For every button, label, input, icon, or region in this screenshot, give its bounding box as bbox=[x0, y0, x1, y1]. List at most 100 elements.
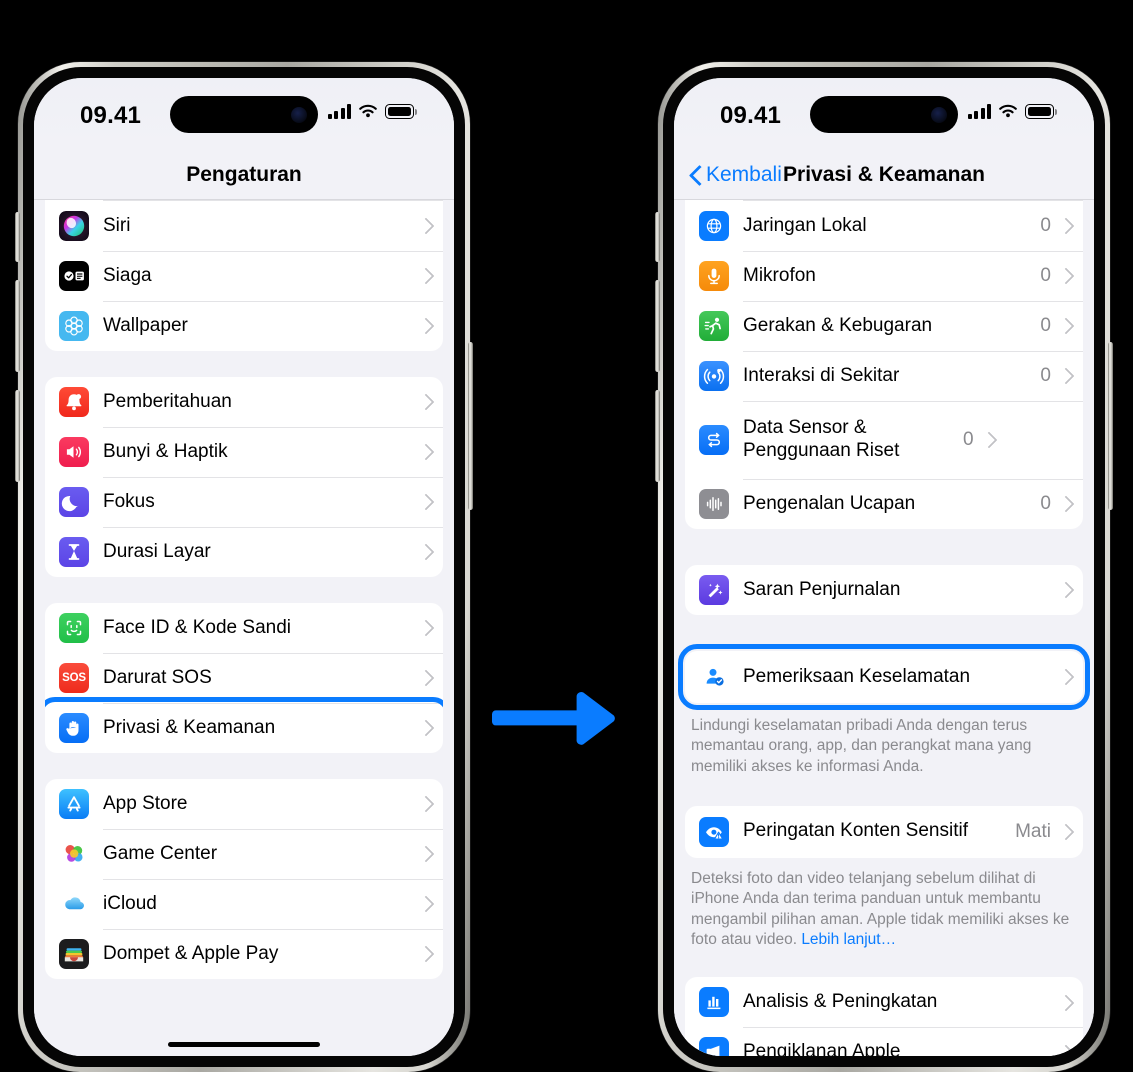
settings-row-privasi-keamanan[interactable]: Privasi & Keamanan bbox=[45, 696, 443, 753]
focus-icon bbox=[59, 486, 89, 517]
privacy-group-sensitive-content: Peringatan Konten Sensitif Mati bbox=[685, 805, 1083, 858]
status-bar-indicators bbox=[327, 104, 414, 119]
privacy-list[interactable]: Jaringan Lokal 0 Mikrofon 0 Gerakan & Ke… bbox=[674, 200, 1094, 1056]
chevron-right-icon bbox=[1060, 1044, 1069, 1056]
icloud-icon bbox=[59, 888, 89, 919]
privacy-row-saran-penjurnalan[interactable]: Saran Penjurnalan bbox=[685, 565, 1083, 615]
settings-row-durasi-layar[interactable]: Durasi Layar bbox=[45, 526, 443, 577]
face-id-icon bbox=[59, 612, 89, 643]
privacy-row-interaksi-di-sekitar[interactable]: Interaksi di Sekitar 0 bbox=[685, 350, 1083, 401]
volume-down-button[interactable] bbox=[655, 390, 660, 482]
front-camera-icon bbox=[931, 106, 947, 123]
row-label: Peringatan Konten Sensitif bbox=[743, 820, 968, 842]
row-label: Fokus bbox=[103, 490, 155, 512]
iphone-settings-screen: 09.41 Pengaturan Siri Siaga Wallpaper Pe… bbox=[15, 62, 473, 1072]
privacy-row-jaringan-lokal[interactable]: Jaringan Lokal 0 bbox=[685, 201, 1083, 251]
wifi-icon bbox=[999, 104, 1017, 118]
row-label: Pemberitahuan bbox=[103, 390, 232, 412]
row-value: 0 bbox=[1040, 364, 1051, 386]
screen-time-icon bbox=[59, 536, 89, 567]
power-button[interactable] bbox=[1108, 342, 1113, 510]
settings-row-bunyi-haptik[interactable]: Bunyi & Haptik bbox=[45, 426, 443, 477]
row-label: Darurat SOS bbox=[103, 666, 212, 688]
sounds-haptics-icon bbox=[59, 436, 89, 467]
row-label: Privasi & Keamanan bbox=[103, 716, 276, 738]
privacy-row-gerakan-kebugaran[interactable]: Gerakan & Kebugaran 0 bbox=[685, 300, 1083, 351]
row-label: Siaga bbox=[103, 264, 152, 286]
settings-row-dompet-apple-pay[interactable]: Dompet & Apple Pay bbox=[45, 928, 443, 979]
volume-up-button[interactable] bbox=[655, 280, 660, 372]
settings-row-app-store[interactable]: App Store bbox=[45, 779, 443, 829]
chevron-right-icon bbox=[420, 670, 429, 686]
notifications-icon bbox=[59, 386, 89, 417]
sensitive-content-footnote: Deteksi foto dan video telanjang sebelum… bbox=[674, 858, 1094, 951]
learn-more-link[interactable]: Lebih lanjut… bbox=[801, 931, 896, 948]
iphone-privacy-screen: 09.41 Kembali Privasi & Keamanan Jaringa… bbox=[655, 62, 1113, 1072]
settings-row-face-id[interactable]: Face ID & Kode Sandi bbox=[45, 603, 443, 653]
power-button[interactable] bbox=[468, 342, 473, 510]
chevron-right-icon bbox=[420, 394, 429, 410]
signal-bars-icon bbox=[967, 104, 991, 119]
chevron-right-icon bbox=[420, 896, 429, 912]
emergency-sos-icon: SOS bbox=[59, 662, 89, 693]
row-label: Saran Penjurnalan bbox=[743, 578, 901, 600]
row-value: 0 bbox=[963, 428, 974, 450]
chevron-right-icon bbox=[983, 432, 992, 448]
chevron-right-icon bbox=[420, 494, 429, 510]
settings-row-siri[interactable]: Siri bbox=[45, 201, 443, 251]
chevron-right-icon bbox=[420, 268, 429, 284]
volume-up-button[interactable] bbox=[15, 280, 20, 372]
chevron-right-icon bbox=[1060, 582, 1069, 598]
siri-icon bbox=[59, 210, 89, 241]
settings-row-fokus[interactable]: Fokus bbox=[45, 476, 443, 527]
chevron-right-icon bbox=[420, 444, 429, 460]
wallet-icon bbox=[59, 938, 89, 969]
settings-group-notifications: Pemberitahuan Bunyi & Haptik Fokus Duras… bbox=[45, 376, 443, 577]
wallpaper-icon bbox=[59, 310, 89, 341]
back-button[interactable]: Kembali bbox=[690, 163, 782, 187]
privacy-row-data-sensor[interactable]: Data Sensor & Penggunaan Riset 0 bbox=[685, 400, 1083, 479]
app-store-icon bbox=[59, 788, 89, 819]
row-label: Durasi Layar bbox=[103, 540, 211, 562]
settings-list[interactable]: Siri Siaga Wallpaper Pemberitahuan Bunyi… bbox=[34, 200, 454, 1056]
chevron-right-icon bbox=[1060, 368, 1069, 384]
home-indicator[interactable] bbox=[168, 1042, 320, 1047]
action-button[interactable] bbox=[655, 212, 660, 262]
nav-bar-privacy: Kembali Privasi & Keamanan bbox=[674, 150, 1094, 200]
privacy-group-journaling: Saran Penjurnalan bbox=[685, 564, 1083, 615]
status-bar-time: 09.41 bbox=[80, 102, 142, 129]
action-button[interactable] bbox=[15, 212, 20, 262]
privacy-row-pengiklanan-apple[interactable]: Pengiklanan Apple bbox=[685, 1027, 1083, 1056]
settings-row-icloud[interactable]: iCloud bbox=[45, 878, 443, 929]
settings-row-pemberitahuan[interactable]: Pemberitahuan bbox=[45, 377, 443, 427]
settings-row-siaga[interactable]: Siaga bbox=[45, 250, 443, 301]
nav-bar-settings: Pengaturan bbox=[34, 150, 454, 200]
privacy-row-peringatan-konten-sensitif[interactable]: Peringatan Konten Sensitif Mati bbox=[685, 806, 1083, 858]
speech-recognition-icon bbox=[699, 488, 729, 519]
row-label: Analisis & Peningkatan bbox=[743, 990, 938, 1012]
standby-icon bbox=[59, 260, 89, 291]
battery-full-icon bbox=[1025, 104, 1054, 119]
status-bar: 09.41 bbox=[674, 78, 1094, 150]
chevron-left-icon bbox=[690, 165, 701, 185]
page-title: Privasi & Keamanan bbox=[783, 162, 985, 186]
privacy-row-pengenalan-ucapan[interactable]: Pengenalan Ucapan 0 bbox=[685, 478, 1083, 529]
chevron-right-icon bbox=[1060, 496, 1069, 512]
chevron-right-icon bbox=[420, 720, 429, 736]
privacy-row-pemeriksaan-keselamatan[interactable]: Pemeriksaan Keselamatan bbox=[685, 651, 1083, 703]
chevron-right-icon bbox=[420, 544, 429, 560]
volume-down-button[interactable] bbox=[15, 390, 20, 482]
chevron-right-icon bbox=[420, 946, 429, 962]
privacy-row-mikrofon[interactable]: Mikrofon 0 bbox=[685, 250, 1083, 301]
row-value: 0 bbox=[1040, 314, 1051, 336]
settings-row-wallpaper[interactable]: Wallpaper bbox=[45, 300, 443, 351]
settings-group-security: Face ID & Kode Sandi SOS Darurat SOS Pri… bbox=[45, 602, 443, 753]
privacy-row-analisis-peningkatan[interactable]: Analisis & Peningkatan bbox=[685, 977, 1083, 1027]
settings-row-game-center[interactable]: Game Center bbox=[45, 828, 443, 879]
chevron-right-icon bbox=[420, 846, 429, 862]
chevron-right-icon bbox=[1060, 218, 1069, 234]
settings-row-darurat-sos[interactable]: SOS Darurat SOS bbox=[45, 652, 443, 703]
settings-group-services: App Store Game Center iCloud Dompet & Ap… bbox=[45, 778, 443, 979]
